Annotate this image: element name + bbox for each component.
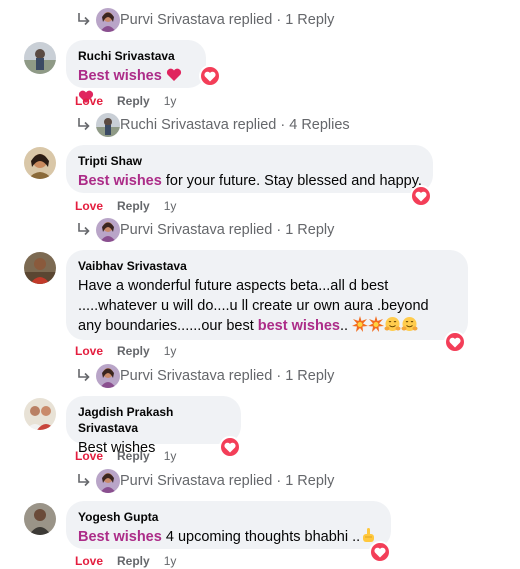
love-reaction-icon[interactable]	[369, 541, 391, 563]
comment-text-line: .....whatever u will do....u ll create u…	[78, 298, 429, 314]
comment-author[interactable]: Ruchi Srivastava	[78, 48, 194, 64]
comment-author[interactable]: Jagdish Prakash Srivastava	[78, 404, 229, 436]
avatar[interactable]	[24, 398, 56, 430]
reply-button[interactable]: Reply	[117, 554, 150, 568]
hugging-face-emoji	[401, 316, 418, 338]
avatar[interactable]	[96, 8, 120, 32]
reply-button[interactable]: Reply	[117, 94, 150, 108]
love-button[interactable]: Love	[75, 449, 103, 463]
reply-summary-label: Purvi Srivastava replied · 1 Reply	[120, 368, 335, 384]
highlighted-text[interactable]: Best wishes	[78, 68, 162, 84]
highlighted-text[interactable]: best wishes	[258, 318, 340, 334]
love-reaction-icon[interactable]	[219, 436, 241, 458]
comment-text-line: Have a wonderful future aspects beta...a…	[78, 278, 389, 294]
highlighted-text[interactable]: Best wishes	[78, 173, 162, 189]
comment-actions: Love Reply 1y	[75, 93, 176, 109]
highlighted-text[interactable]: Best wishes	[78, 529, 162, 545]
comment-bubble: Yogesh Gupta Best wishes 4 upcoming thou…	[66, 501, 391, 549]
timestamp[interactable]: 1y	[164, 199, 177, 213]
comment-text: Have a wonderful future aspects beta...a…	[78, 276, 456, 338]
reply-summary-label: Purvi Srivastava replied · 1 Reply	[120, 12, 335, 28]
timestamp[interactable]: 1y	[164, 94, 177, 108]
reply-summary-label: Purvi Srivastava replied · 1 Reply	[120, 473, 335, 489]
avatar[interactable]	[96, 113, 120, 137]
love-button[interactable]: Love	[75, 344, 103, 358]
reply-button[interactable]: Reply	[117, 344, 150, 358]
hugging-face-emoji	[384, 316, 401, 338]
love-reaction-icon[interactable]	[410, 185, 432, 207]
timestamp[interactable]: 1y	[164, 344, 177, 358]
comment-text: Best wishes for your future. Stay blesse…	[78, 171, 422, 191]
love-button[interactable]: Love	[75, 199, 103, 213]
timestamp[interactable]: 1y	[164, 449, 177, 463]
comment-author[interactable]: Tripti Shaw	[78, 153, 421, 169]
reply-summary[interactable]: Purvi Srivastava replied · 1 Reply	[76, 364, 376, 388]
reply-button[interactable]: Reply	[117, 199, 150, 213]
avatar[interactable]	[24, 503, 56, 535]
comment-actions: Love Reply 1y	[75, 198, 176, 214]
avatar[interactable]	[24, 252, 56, 284]
reply-arrow-icon	[78, 118, 90, 131]
comment-actions: Love Reply 1y	[75, 448, 176, 464]
love-button[interactable]: Love	[75, 554, 103, 568]
reply-button[interactable]: Reply	[117, 449, 150, 463]
reply-arrow-icon	[78, 474, 90, 487]
avatar[interactable]	[24, 147, 56, 179]
comment-bubble: Tripti Shaw Best wishes for your future.…	[66, 145, 433, 193]
comment-text-body: any boundaries......our best	[78, 318, 258, 334]
comment-actions: Love Reply 1y	[75, 343, 176, 359]
love-reaction-icon[interactable]	[199, 65, 221, 87]
avatar[interactable]	[24, 42, 56, 74]
collision-emoji	[352, 316, 369, 338]
comment-author[interactable]: Vaibhav Srivastava	[78, 258, 456, 274]
reply-summary[interactable]: Purvi Srivastava replied · 1 Reply	[76, 218, 376, 242]
comment-text-body: 4 upcoming thoughts bhabhi ..	[161, 529, 361, 545]
comment-text-line: any boundaries......our best best wishes…	[78, 316, 456, 338]
comment-bubble: Vaibhav Srivastava Have a wonderful futu…	[66, 250, 468, 340]
reply-summary[interactable]: Purvi Srivastava replied · 1 Reply	[76, 8, 376, 32]
reply-arrow-icon	[78, 223, 90, 236]
love-button[interactable]: Love	[75, 94, 103, 108]
reply-arrow-icon	[78, 369, 90, 382]
collision-emoji	[368, 316, 385, 338]
reply-summary-label: Ruchi Srivastava replied · 4 Replies	[120, 117, 350, 133]
avatar[interactable]	[96, 218, 120, 242]
reply-summary-label: Purvi Srivastava replied · 1 Reply	[120, 222, 335, 238]
reply-summary[interactable]: Ruchi Srivastava replied · 4 Replies	[76, 113, 376, 137]
comment-author[interactable]: Yogesh Gupta	[78, 509, 379, 525]
love-reaction-icon[interactable]	[444, 331, 466, 353]
avatar[interactable]	[96, 469, 120, 493]
red-heart-emoji	[166, 68, 182, 88]
reply-summary[interactable]: Purvi Srivastava replied · 1 Reply	[76, 469, 376, 493]
comment-bubble: Jagdish Prakash Srivastava Best wishes	[66, 396, 241, 456]
comment-text: Best wishes 4 upcoming thoughts bhabhi .…	[78, 527, 379, 549]
reply-arrow-icon	[78, 13, 90, 26]
avatar[interactable]	[96, 364, 120, 388]
comment-text-body: for your future. Stay blessed and happy.	[161, 173, 422, 189]
comment-text-body: ..	[339, 318, 353, 334]
comment-bubble: Ruchi Srivastava Best wishes	[66, 40, 206, 103]
timestamp[interactable]: 1y	[164, 554, 177, 568]
comment-actions: Love Reply 1y	[75, 553, 176, 569]
